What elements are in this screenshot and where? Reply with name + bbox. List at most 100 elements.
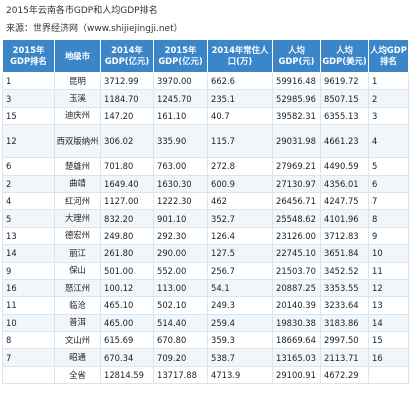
gdp-per-capita-usd-cell: 6355.13 (320, 106, 369, 126)
gdp-per-capita-usd-cell: 4101.96 (320, 209, 369, 228)
gdp-per-capita-cny-cell: 19830.38 (272, 313, 321, 333)
table-row: 9 保山 501.00 552.00 256.7 21503.70 3452.52 11 (2, 261, 409, 280)
table-row: 11 临沧 465.10 502.10 249.3 20140.39 3233.64 13 (2, 296, 409, 315)
table-row: 8 文山州 615.69 670.80 359.3 18669.64 2997.50 15 (2, 331, 409, 350)
gdp-rank-cell: 3 (2, 89, 55, 108)
header-per-capita-rank: 人均GDP排名 (368, 39, 409, 73)
city-cell: 西双版纳州 (54, 124, 101, 159)
gdp-per-capita-cny-cell: 20887.25 (272, 278, 321, 298)
gdp-per-capita-cny-cell: 13165.03 (272, 348, 321, 367)
gdp-rank-cell (2, 365, 55, 385)
city-cell: 楚雄州 (54, 157, 101, 176)
gdp-2014-cell: 3712.99 (100, 71, 154, 91)
table-row: 14 丽江 261.80 290.00 127.5 22745.10 3651.84 10 (2, 244, 409, 263)
gdp-per-capita-cny-cell: 23126.00 (272, 226, 321, 246)
gdp-rank-cell: 2 (2, 174, 55, 193)
population-cell: 352.7 (207, 209, 273, 228)
city-cell: 丽江 (54, 244, 101, 263)
gdp-2014-cell: 306.02 (100, 124, 154, 159)
per-capita-rank-cell: 1 (368, 71, 409, 91)
gdp-per-capita-cny-cell: 25548.62 (272, 209, 321, 228)
population-cell: 462 (207, 191, 273, 211)
gdp-per-capita-cny-cell: 27130.97 (272, 174, 321, 193)
gdp-rank-cell: 5 (2, 209, 55, 228)
gdp-2014-cell: 249.80 (100, 226, 154, 246)
gdp-2014-cell: 12814.59 (100, 365, 154, 385)
gdp-2014-cell: 465.10 (100, 296, 154, 315)
per-capita-rank-cell: 5 (368, 157, 409, 176)
gdp-2015-cell: 670.80 (153, 331, 208, 350)
per-capita-rank-cell: 11 (368, 261, 409, 280)
gdp-2014-cell: 1127.00 (100, 191, 154, 211)
table-row: 6 楚雄州 701.80 763.00 272.8 27969.21 4490.59 5 (2, 157, 409, 176)
gdp-2015-cell: 3970.00 (153, 71, 208, 91)
population-cell: 40.7 (207, 106, 273, 126)
city-cell: 临沧 (54, 296, 101, 315)
per-capita-rank-cell: 8 (368, 209, 409, 228)
population-cell: 235.1 (207, 89, 273, 108)
gdp-rank-cell: 7 (2, 348, 55, 367)
header-gdp-2014: 2014年GDP(亿元) (100, 39, 154, 73)
table-row: 15 迪庆州 147.20 161.10 40.7 39582.31 6355.13 3 (2, 106, 409, 126)
per-capita-rank-cell: 3 (368, 106, 409, 126)
table-row: 2 曲靖 1649.40 1630.30 600.9 27130.97 4356.01 6 (2, 174, 409, 193)
gdp-per-capita-usd-cell: 9619.72 (320, 71, 369, 91)
gdp-per-capita-usd-cell: 4490.59 (320, 157, 369, 176)
gdp-rank-cell: 1 (2, 71, 55, 91)
gdp-2014-cell: 465.00 (100, 313, 154, 333)
population-cell: 115.7 (207, 124, 273, 159)
per-capita-rank-cell: 2 (368, 89, 409, 108)
population-cell: 126.4 (207, 226, 273, 246)
per-capita-rank-cell: 15 (368, 331, 409, 350)
gdp-rank-cell: 10 (2, 313, 55, 333)
header-population-2014: 2014年常住人口(万) (207, 39, 273, 73)
population-cell: 538.7 (207, 348, 273, 367)
gdp-rank-cell: 11 (2, 296, 55, 315)
gdp-2015-cell: 292.30 (153, 226, 208, 246)
gdp-2015-cell: 161.10 (153, 106, 208, 126)
gdp-per-capita-cny-cell: 20140.39 (272, 296, 321, 315)
population-cell: 127.5 (207, 244, 273, 263)
gdp-rank-cell: 8 (2, 331, 55, 350)
gdp-per-capita-usd-cell: 3353.55 (320, 278, 369, 298)
gdp-rank-cell: 15 (2, 106, 55, 126)
gdp-per-capita-cny-cell: 27969.21 (272, 157, 321, 176)
gdp-2014-cell: 147.20 (100, 106, 154, 126)
gdp-rank-cell: 4 (2, 191, 55, 211)
city-cell: 保山 (54, 261, 101, 280)
population-cell: 662.6 (207, 71, 273, 91)
population-cell: 256.7 (207, 261, 273, 280)
gdp-rank-cell: 12 (2, 124, 55, 159)
gdp-2014-cell: 832.20 (100, 209, 154, 228)
city-cell: 迪庆州 (54, 106, 101, 126)
per-capita-rank-cell: 9 (368, 226, 409, 246)
city-cell: 昆明 (54, 71, 101, 91)
gdp-2015-cell: 763.00 (153, 157, 208, 176)
gdp-2015-cell: 113.00 (153, 278, 208, 298)
source-line: 来源：世界经济网（www.shijiejingji.net） (6, 24, 183, 34)
gdp-2015-cell: 709.20 (153, 348, 208, 367)
city-cell: 全省 (54, 365, 101, 385)
gdp-2014-cell: 615.69 (100, 331, 154, 350)
gdp-per-capita-usd-cell: 4247.75 (320, 191, 369, 211)
population-cell: 54.1 (207, 278, 273, 298)
gdp-2014-cell: 261.80 (100, 244, 154, 263)
population-cell: 249.3 (207, 296, 273, 315)
page: 2015年云南各市GDP和人均GDP排名 来源：世界经济网（www.shijie… (0, 0, 410, 400)
per-capita-rank-cell: 12 (368, 278, 409, 298)
gdp-2014-cell: 670.34 (100, 348, 154, 367)
header-gdp-per-capita-cny: 人均GDP(元) (272, 39, 321, 73)
table-row: 4 红河州 1127.00 1222.30 462 26456.71 4247.75 7 (2, 191, 409, 211)
per-capita-rank-cell (368, 365, 409, 385)
per-capita-rank-cell: 16 (368, 348, 409, 367)
gdp-rank-cell: 6 (2, 157, 55, 176)
gdp-per-capita-usd-cell: 4661.23 (320, 124, 369, 159)
gdp-per-capita-usd-cell: 3651.84 (320, 244, 369, 263)
gdp-per-capita-cny-cell: 26456.71 (272, 191, 321, 211)
gdp-rank-cell: 13 (2, 226, 55, 246)
gdp-2015-cell: 552.00 (153, 261, 208, 280)
table-row: 5 大理州 832.20 901.10 352.7 25548.62 4101.96 8 (2, 209, 409, 228)
gdp-2015-cell: 502.10 (153, 296, 208, 315)
gdp-per-capita-cny-cell: 29031.98 (272, 124, 321, 159)
page-title: 2015年云南各市GDP和人均GDP排名 (6, 6, 158, 16)
